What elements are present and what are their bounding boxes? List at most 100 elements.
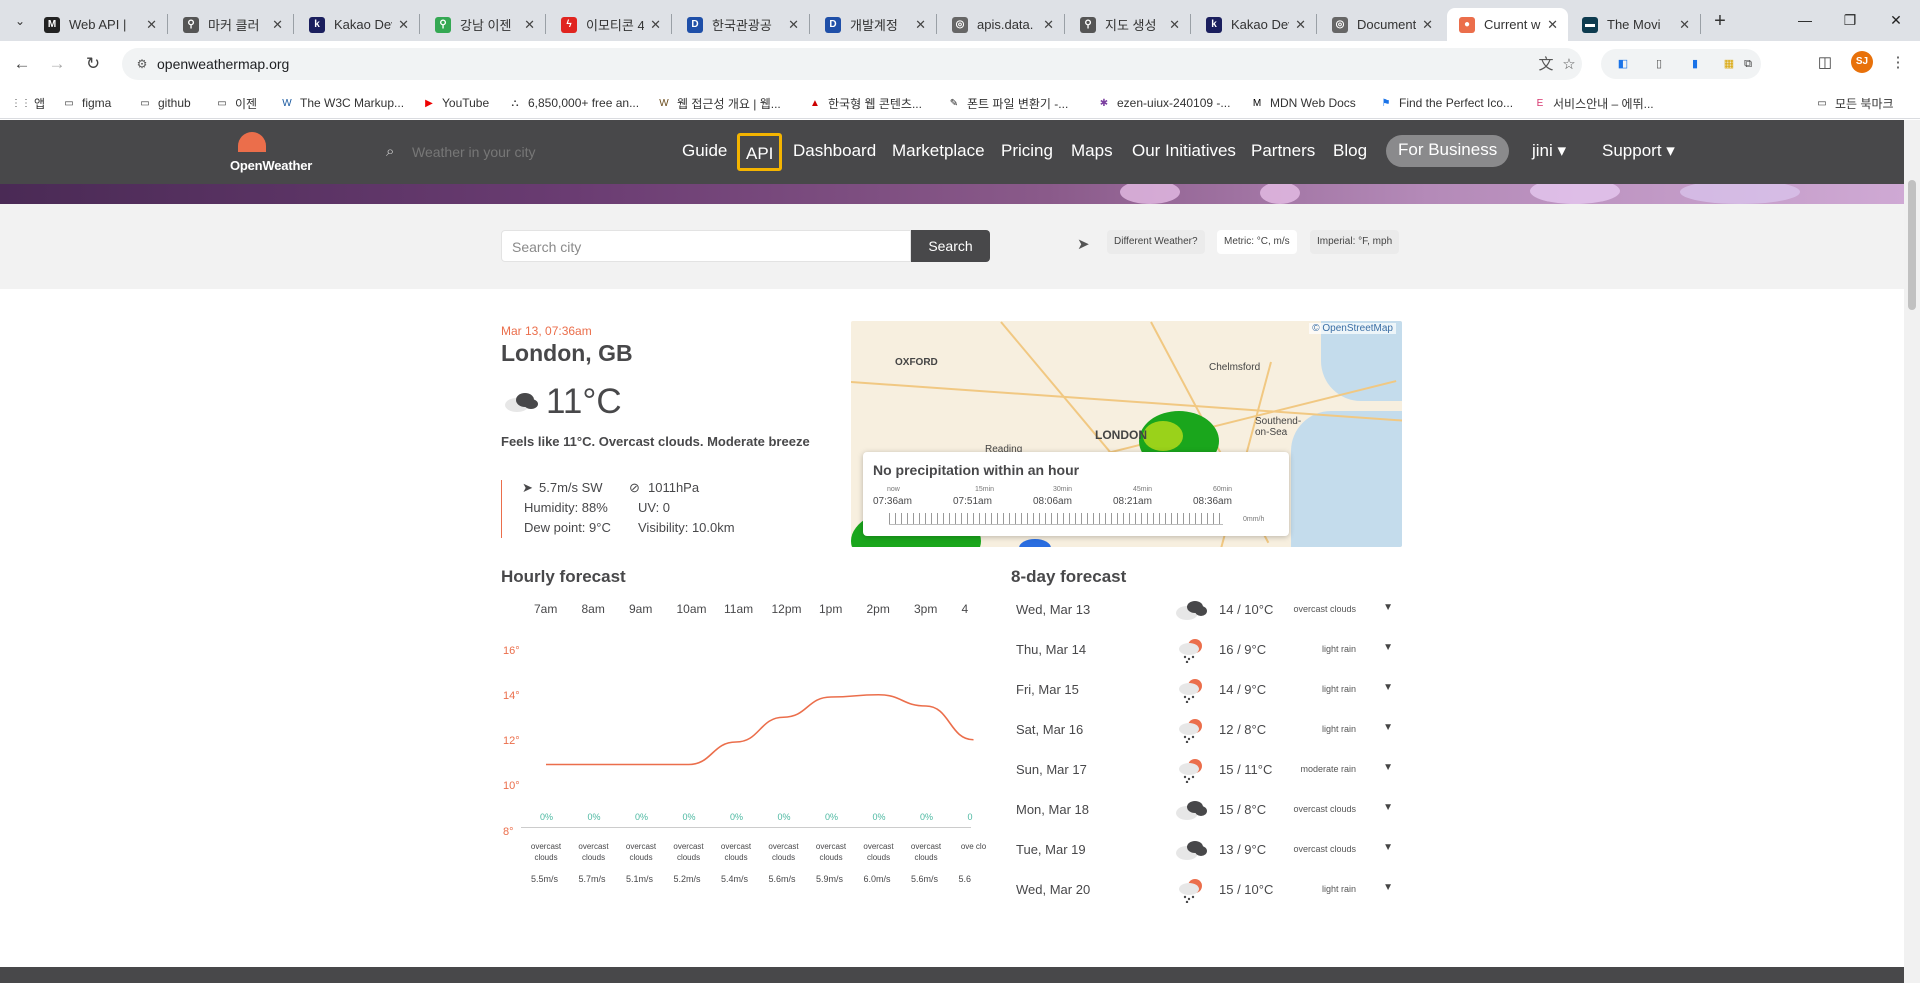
browser-tab[interactable]: ⚲ 마커 클러 ✕ <box>171 8 293 41</box>
minimize-icon[interactable]: — <box>1785 6 1825 34</box>
chevron-down-icon[interactable]: ▼ <box>1383 682 1393 693</box>
browser-tab[interactable]: k Kakao Dev ✕ <box>297 8 419 41</box>
daily-row[interactable]: Fri, Mar 15 14 / 9°C light rain ▼ <box>1011 672 1401 712</box>
extension-2-icon[interactable]: ▯ <box>1650 55 1668 73</box>
nav-dashboard[interactable]: Dashboard <box>793 141 876 161</box>
extension-3-icon[interactable]: ▮ <box>1686 55 1704 73</box>
tab-close-icon[interactable]: ✕ <box>1295 17 1306 33</box>
nav-maps[interactable]: Maps <box>1071 141 1113 161</box>
chevron-down-icon[interactable]: ▼ <box>1383 642 1393 653</box>
nav-blog[interactable]: Blog <box>1333 141 1367 161</box>
metric-toggle[interactable]: Metric: °C, m/s <box>1217 230 1297 254</box>
tab-close-icon[interactable]: ✕ <box>398 17 409 33</box>
browser-tab[interactable]: D 개발계정 ✕ <box>813 8 936 41</box>
daily-row[interactable]: Mon, Mar 18 15 / 8°C overcast clouds ▼ <box>1011 792 1401 832</box>
browser-tab[interactable]: M Web API | ✕ <box>32 8 167 41</box>
daily-row[interactable]: Wed, Mar 13 14 / 10°C overcast clouds ▼ <box>1011 592 1401 632</box>
extension-1-icon[interactable]: ◧ <box>1614 55 1632 73</box>
nav-user-menu[interactable]: jini ▾ <box>1532 141 1566 161</box>
location-arrow-icon[interactable]: ➤ <box>1077 235 1090 253</box>
bookmark-item[interactable]: W The W3C Markup... <box>280 92 404 114</box>
nav-api[interactable]: API <box>737 133 783 171</box>
nav-search-placeholder[interactable]: Weather in your city <box>412 144 535 160</box>
bookmark-item[interactable]: ⋮⋮ 앱 <box>11 92 45 114</box>
browser-tab[interactable]: ● Current w ✕ <box>1447 8 1568 41</box>
nav-marketplace[interactable]: Marketplace <box>892 141 985 161</box>
bookmark-item[interactable]: ▭ github <box>138 92 190 114</box>
bookmark-item[interactable]: E 서비스안내 – 에뛰... <box>1533 92 1654 114</box>
chevron-down-icon[interactable]: ▼ <box>1383 842 1393 853</box>
tab-close-icon[interactable]: ✕ <box>1679 17 1690 33</box>
nav-initiatives[interactable]: Our Initiatives <box>1132 141 1236 161</box>
site-info-icon[interactable]: ⚙ <box>134 56 150 72</box>
nav-for-business[interactable]: For Business <box>1386 135 1510 167</box>
chevron-down-icon[interactable]: ▼ <box>1383 602 1393 613</box>
browser-tab[interactable]: ⚲ 지도 생성 ✕ <box>1068 8 1190 41</box>
nav-search[interactable]: ⌕ Weather in your city <box>386 140 586 166</box>
more-menu-icon[interactable]: ⋮ <box>1887 52 1909 74</box>
tab-close-icon[interactable]: ✕ <box>272 17 283 33</box>
url-text[interactable]: openweathermap.org <box>157 56 289 72</box>
daily-row[interactable]: Sun, Mar 17 15 / 11°C moderate rain ▼ <box>1011 752 1401 792</box>
bookmark-item[interactable]: ✱ ezen-uiux-240109 -... <box>1097 92 1231 114</box>
tab-search-icon[interactable]: ⌄ <box>8 10 32 32</box>
tab-close-icon[interactable]: ✕ <box>915 17 926 33</box>
openweather-logo[interactable]: OpenWeather <box>230 130 326 176</box>
nav-pricing[interactable]: Pricing <box>1001 141 1053 161</box>
bookmark-star-icon[interactable]: ☆ <box>1558 54 1580 76</box>
tab-close-icon[interactable]: ✕ <box>1169 17 1180 33</box>
nav-guide[interactable]: Guide <box>682 141 727 161</box>
bookmark-item[interactable]: W 웹 접근성 개요 | 웹... <box>657 92 780 114</box>
browser-tab[interactable]: ▬ The Movi ✕ <box>1570 8 1700 41</box>
tab-close-icon[interactable]: ✕ <box>1043 17 1054 33</box>
bookmark-item[interactable]: ▭ 이젠 <box>215 92 257 114</box>
bookmark-item[interactable]: M MDN Web Docs <box>1250 92 1356 114</box>
bookmark-item[interactable]: ✎ 폰트 파일 변환기 -... <box>947 92 1068 114</box>
address-bar[interactable]: ⚙ openweathermap.org 文 ☆ <box>122 48 1582 80</box>
daily-row[interactable]: Sat, Mar 16 12 / 8°C light rain ▼ <box>1011 712 1401 752</box>
bookmark-item[interactable]: ⚑ Find the Perfect Ico... <box>1379 92 1514 114</box>
map-attribution[interactable]: © OpenStreetMap <box>1309 323 1396 334</box>
forward-icon[interactable]: → <box>44 51 70 77</box>
chevron-down-icon[interactable]: ▼ <box>1383 882 1393 893</box>
nav-partners[interactable]: Partners <box>1251 141 1315 161</box>
browser-tab[interactable]: D 한국관광공 ✕ <box>675 8 809 41</box>
nav-support[interactable]: Support ▾ <box>1602 141 1675 161</box>
bookmark-item[interactable]: ▲ 한국형 웹 콘텐츠... <box>808 92 922 114</box>
browser-tab[interactable]: ◎ Document ✕ <box>1320 8 1443 41</box>
browser-tab[interactable]: k Kakao Dev ✕ <box>1194 8 1316 41</box>
bookmark-item[interactable]: ▭ figma <box>62 92 111 114</box>
browser-tab[interactable]: ◎ apis.data. ✕ <box>940 8 1064 41</box>
chevron-down-icon[interactable]: ▼ <box>1383 802 1393 813</box>
daily-row[interactable]: Thu, Mar 14 16 / 9°C light rain ▼ <box>1011 632 1401 672</box>
reload-icon[interactable]: ↻ <box>80 51 106 77</box>
daily-row[interactable]: Tue, Mar 19 13 / 9°C overcast clouds ▼ <box>1011 832 1401 872</box>
tab-close-icon[interactable]: ✕ <box>1547 17 1558 33</box>
tab-close-icon[interactable]: ✕ <box>650 17 661 33</box>
restore-icon[interactable]: ❐ <box>1830 6 1870 34</box>
tab-close-icon[interactable]: ✕ <box>788 17 799 33</box>
close-window-icon[interactable]: ✕ <box>1876 6 1916 34</box>
extension-4-icon[interactable]: ▦ <box>1720 55 1738 73</box>
all-bookmarks[interactable]: ▭ 모든 북마크 <box>1815 92 1893 114</box>
tab-close-icon[interactable]: ✕ <box>524 17 535 33</box>
chevron-down-icon[interactable]: ▼ <box>1383 762 1393 773</box>
extensions-puzzle-icon[interactable]: ⧉ <box>1739 55 1757 73</box>
back-icon[interactable]: ← <box>9 51 35 77</box>
browser-tab[interactable]: ⚲ 강남 이젠 ✕ <box>423 8 545 41</box>
tab-close-icon[interactable]: ✕ <box>146 17 157 33</box>
daily-row[interactable]: Wed, Mar 20 15 / 10°C light rain ▼ <box>1011 872 1401 912</box>
different-weather-button[interactable]: Different Weather? <box>1107 230 1205 254</box>
bookmark-item[interactable]: ⛬ 6,850,000+ free an... <box>508 92 640 114</box>
browser-tab[interactable]: ϟ 이모티콘 4 ✕ <box>549 8 671 41</box>
chevron-down-icon[interactable]: ▼ <box>1383 722 1393 733</box>
tab-close-icon[interactable]: ✕ <box>1422 17 1433 33</box>
city-search-button[interactable]: Search <box>911 230 990 262</box>
side-panel-icon[interactable]: ◫ <box>1814 52 1836 74</box>
new-tab-button[interactable]: + <box>1706 8 1734 36</box>
translate-icon[interactable]: 文 <box>1535 54 1557 76</box>
bookmark-item[interactable]: ▶ YouTube <box>422 92 489 114</box>
imperial-toggle[interactable]: Imperial: °F, mph <box>1310 230 1400 254</box>
page-scrollbar[interactable] <box>1904 120 1920 983</box>
city-search-input[interactable]: Search city <box>501 230 911 262</box>
